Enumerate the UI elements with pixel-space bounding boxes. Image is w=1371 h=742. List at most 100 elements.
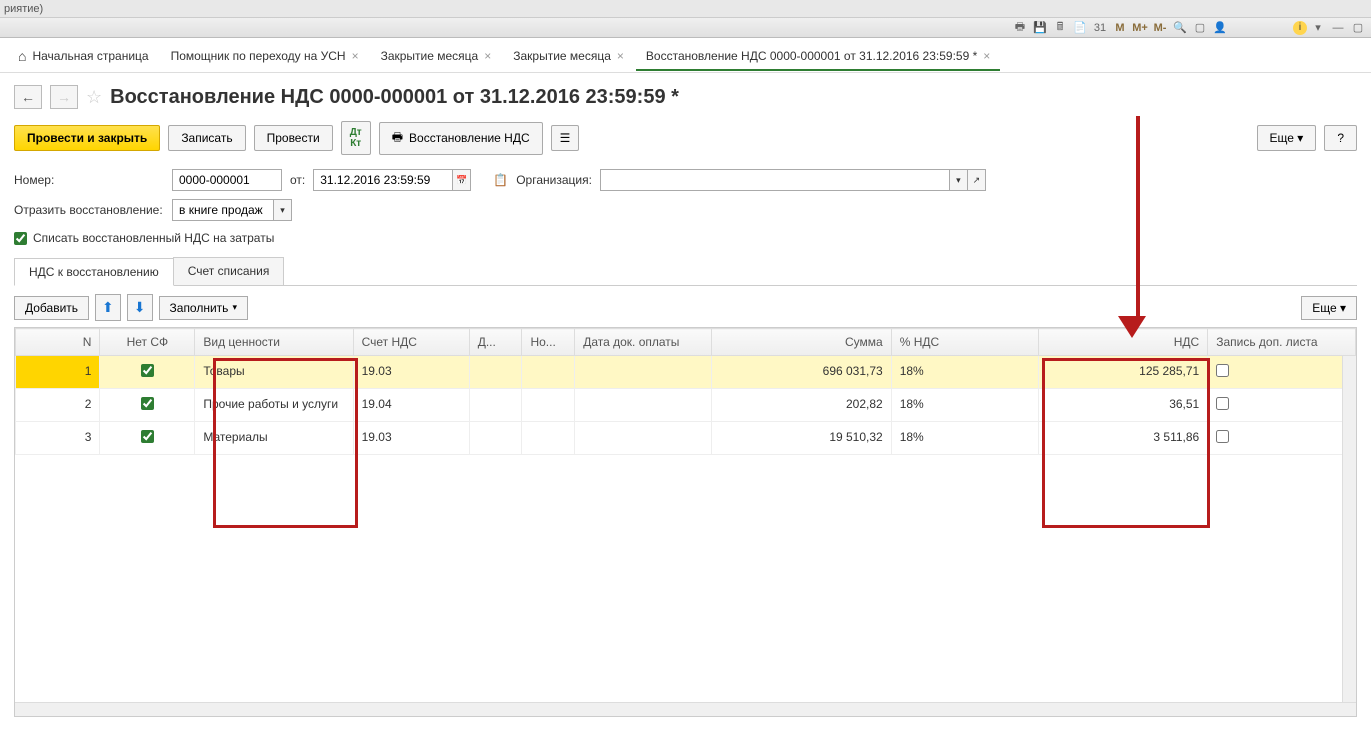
structure-button[interactable]: ☰ bbox=[551, 125, 580, 151]
close-icon[interactable]: × bbox=[983, 49, 990, 63]
save-button[interactable]: Записать bbox=[168, 125, 245, 151]
nosf-checkbox[interactable] bbox=[141, 364, 154, 377]
cell-nosf[interactable] bbox=[100, 356, 195, 389]
th-acct[interactable]: Счет НДС bbox=[353, 329, 469, 356]
th-kind[interactable]: Вид ценности bbox=[195, 329, 353, 356]
number-input[interactable] bbox=[172, 169, 282, 191]
dropdown-icon[interactable]: ▾ bbox=[1309, 20, 1327, 36]
copy-icon[interactable]: 📋 bbox=[493, 173, 508, 187]
cell-n[interactable]: 1 bbox=[16, 356, 100, 389]
cell-extra[interactable] bbox=[1208, 356, 1356, 389]
cell-n[interactable]: 2 bbox=[16, 389, 100, 422]
scrollbar-horizontal[interactable] bbox=[15, 702, 1356, 716]
inner-tab-vat[interactable]: НДС к восстановлению bbox=[14, 258, 174, 286]
close-icon[interactable]: × bbox=[484, 49, 491, 63]
cell-vatpct[interactable]: 18% bbox=[891, 389, 1039, 422]
help-button[interactable]: ? bbox=[1324, 125, 1357, 151]
close-icon[interactable]: × bbox=[617, 49, 624, 63]
org-dropdown-button[interactable]: ▾ bbox=[950, 169, 968, 191]
submit-close-button[interactable]: Провести и закрыть bbox=[14, 125, 160, 151]
cell-nosf[interactable] bbox=[100, 422, 195, 455]
extra-checkbox[interactable] bbox=[1216, 430, 1229, 443]
doc-icon[interactable]: 📄 bbox=[1071, 20, 1089, 36]
m-minus-icon[interactable]: M- bbox=[1151, 20, 1169, 36]
user-icon[interactable]: 👤 bbox=[1211, 20, 1229, 36]
table-row[interactable]: 1Товары19.03696 031,7318%125 285,71 bbox=[16, 356, 1356, 389]
more-button[interactable]: Еще ▾ bbox=[1257, 125, 1317, 151]
cell-paydate[interactable] bbox=[575, 356, 712, 389]
cell-nds[interactable]: 3 511,86 bbox=[1039, 422, 1208, 455]
m-icon[interactable]: M bbox=[1111, 20, 1129, 36]
favorite-icon[interactable]: ☆ bbox=[86, 87, 102, 108]
tab-close-month-2[interactable]: Закрытие месяца× bbox=[503, 43, 634, 71]
minimize-icon[interactable]: — bbox=[1329, 20, 1347, 36]
extra-checkbox[interactable] bbox=[1216, 364, 1229, 377]
table-row[interactable]: 3 Материалы19.03 19 510,3218%3 511,86 bbox=[16, 422, 1356, 455]
dtkt-button[interactable]: ДтКт bbox=[341, 121, 371, 155]
report-button[interactable]: 🖶Восстановление НДС bbox=[379, 122, 543, 155]
panel-icon[interactable]: ▢ bbox=[1191, 20, 1209, 36]
cell-sum[interactable]: 202,82 bbox=[712, 389, 891, 422]
print-icon[interactable]: 🖶 bbox=[1011, 20, 1029, 36]
th-d[interactable]: Д... bbox=[469, 329, 522, 356]
calendar-button[interactable]: 📅 bbox=[453, 169, 471, 191]
cell-vatpct[interactable]: 18% bbox=[891, 422, 1039, 455]
cell-no[interactable] bbox=[522, 389, 575, 422]
extra-checkbox[interactable] bbox=[1216, 397, 1229, 410]
cell-sum[interactable]: 19 510,32 bbox=[712, 422, 891, 455]
inner-tab-account[interactable]: Счет списания bbox=[173, 257, 285, 285]
nosf-checkbox[interactable] bbox=[141, 397, 154, 410]
cell-sum[interactable]: 696 031,73 bbox=[712, 356, 891, 389]
cell-d[interactable] bbox=[469, 389, 522, 422]
move-up-button[interactable]: ⬆ bbox=[95, 294, 121, 321]
add-row-button[interactable]: Добавить bbox=[14, 296, 89, 320]
th-sum[interactable]: Сумма bbox=[712, 329, 891, 356]
m-plus-icon[interactable]: M+ bbox=[1131, 20, 1149, 36]
fill-button[interactable]: Заполнить ▾ bbox=[159, 296, 248, 320]
calc-icon[interactable]: 🖩 bbox=[1051, 20, 1069, 36]
org-input[interactable] bbox=[600, 169, 950, 191]
th-nosf[interactable]: Нет СФ bbox=[100, 329, 195, 356]
table-more-button[interactable]: Еще ▾ bbox=[1301, 296, 1357, 320]
cell-n[interactable]: 3 bbox=[16, 422, 100, 455]
cell-d[interactable] bbox=[469, 356, 522, 389]
cell-extra[interactable] bbox=[1208, 389, 1356, 422]
reflect-input[interactable] bbox=[172, 199, 274, 221]
cell-vatpct[interactable]: 18% bbox=[891, 356, 1039, 389]
cell-nds[interactable]: 125 285,71 bbox=[1039, 356, 1208, 389]
submit-button[interactable]: Провести bbox=[254, 125, 333, 151]
maximize-icon[interactable]: ▢ bbox=[1349, 20, 1367, 36]
cell-paydate[interactable] bbox=[575, 389, 712, 422]
th-vatpct[interactable]: % НДС bbox=[891, 329, 1039, 356]
move-down-button[interactable]: ⬇ bbox=[127, 294, 153, 321]
cell-nosf[interactable] bbox=[100, 389, 195, 422]
th-paydate[interactable]: Дата док. оплаты bbox=[575, 329, 712, 356]
cell-acct[interactable]: 19.04 bbox=[353, 389, 469, 422]
th-n[interactable]: N bbox=[16, 329, 100, 356]
th-extra[interactable]: Запись доп. листа bbox=[1208, 329, 1356, 356]
th-nds[interactable]: НДС bbox=[1039, 329, 1208, 356]
zoom-icon[interactable]: 🔍 bbox=[1171, 20, 1189, 36]
cell-no[interactable] bbox=[522, 356, 575, 389]
date-input[interactable] bbox=[313, 169, 453, 191]
info-icon[interactable]: i bbox=[1293, 21, 1307, 35]
calendar-icon[interactable]: 31 bbox=[1091, 20, 1109, 36]
cell-kind[interactable]: Товары bbox=[195, 356, 353, 389]
tab-vat-restore[interactable]: Восстановление НДС 0000-000001 от 31.12.… bbox=[636, 43, 1000, 71]
writeoff-checkbox[interactable] bbox=[14, 232, 27, 245]
tab-close-month-1[interactable]: Закрытие месяца× bbox=[371, 43, 502, 71]
org-open-button[interactable]: ↗ bbox=[968, 169, 986, 191]
close-icon[interactable]: × bbox=[352, 49, 359, 63]
scrollbar-vertical[interactable] bbox=[1342, 356, 1356, 702]
cell-d[interactable] bbox=[469, 422, 522, 455]
cell-acct[interactable]: 19.03 bbox=[353, 422, 469, 455]
table-row[interactable]: 2Прочие работы и услуги19.04202,8218%36,… bbox=[16, 389, 1356, 422]
cell-nds[interactable]: 36,51 bbox=[1039, 389, 1208, 422]
cell-kind[interactable]: Материалы bbox=[195, 422, 353, 455]
cell-extra[interactable] bbox=[1208, 422, 1356, 455]
nav-back-button[interactable]: ← bbox=[14, 85, 42, 109]
th-no[interactable]: Но... bbox=[522, 329, 575, 356]
save-icon[interactable]: 💾 bbox=[1031, 20, 1049, 36]
cell-paydate[interactable] bbox=[575, 422, 712, 455]
tab-home[interactable]: ⌂Начальная страница bbox=[8, 42, 159, 72]
